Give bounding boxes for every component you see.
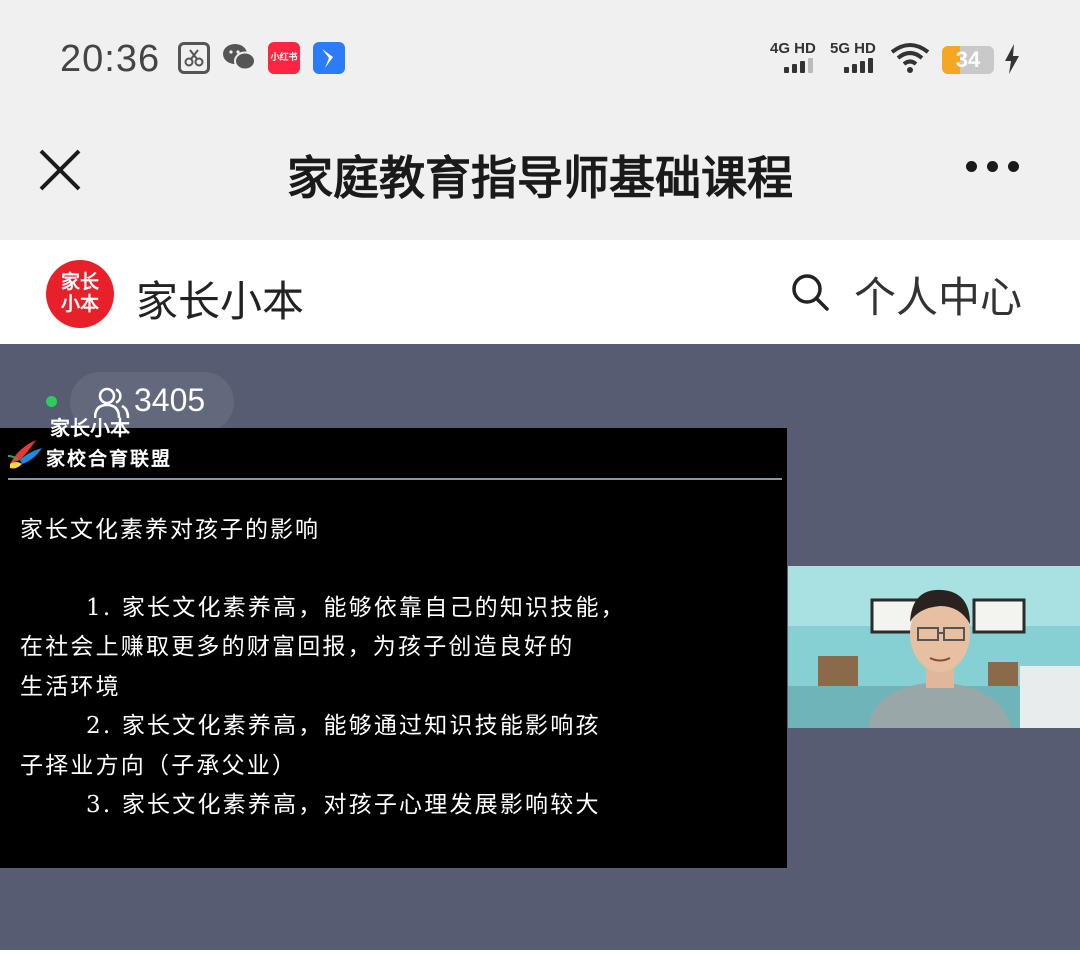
- presentation-slide: 家校合育联盟 家长文化素养对孩子的影响 1. 家长文化素养高，能够依靠自己的知识…: [0, 428, 787, 868]
- search-icon[interactable]: [790, 272, 830, 316]
- slide-heading: 家长文化素养对孩子的影响: [20, 517, 320, 543]
- wechat-icon: [222, 42, 256, 74]
- slide-line: 生活环境: [20, 674, 121, 700]
- battery-icon: 34: [942, 46, 994, 74]
- status-bar: 20:36 小红书 4G HD 5G HD 34: [0, 0, 1080, 120]
- charging-bolt-icon: [1004, 44, 1020, 78]
- bottom-strip: [0, 950, 1080, 954]
- brand-logo[interactable]: 家长小本: [46, 260, 114, 328]
- slide-line: 在社会上赚取更多的财富回报，为孩子创造良好的: [20, 634, 575, 660]
- slide-line: 2. 家长文化素养高，能够通过知识技能影响孩: [86, 713, 601, 739]
- slide-brand: 家校合育联盟: [46, 448, 173, 470]
- presenter-image: [788, 566, 1080, 728]
- nav-header: 家长小本 家长小本 个人中心: [0, 240, 1080, 344]
- xiaohongshu-icon: 小红书: [268, 42, 300, 74]
- viewer-count: 3405: [134, 382, 206, 418]
- presenter-video-feed[interactable]: [788, 566, 1080, 728]
- slide-divider: [8, 478, 782, 480]
- signal-bars-2-icon: [844, 58, 873, 73]
- feishu-icon: [313, 42, 345, 74]
- page-title: 家庭教育指导师基础课程: [287, 151, 793, 205]
- brand-name[interactable]: 家长小本: [136, 268, 304, 329]
- more-options-button[interactable]: [966, 156, 1026, 176]
- network-5g-label: 5G HD: [830, 40, 876, 57]
- signal-bars-1-icon: [784, 58, 813, 73]
- battery-level: 34: [955, 47, 981, 72]
- status-time: 20:36: [60, 38, 161, 80]
- slide-line: 1. 家长文化素养高，能够依靠自己的知识技能，: [86, 595, 626, 621]
- screenshot-scissor-icon: [178, 42, 210, 74]
- wifi-icon: [890, 42, 930, 78]
- stream-watermark: 家长小本: [50, 416, 130, 440]
- slide-line: 3. 家长文化素养高，对孩子心理发展影响较大: [86, 792, 601, 818]
- more-dot-icon: [987, 160, 998, 172]
- live-stream-area[interactable]: 3405 家校合育联盟 家长文化素养对孩子的影响 1. 家长文化素养高，能够依靠…: [0, 344, 1080, 950]
- more-dot-icon: [966, 160, 977, 172]
- slide-line: 子择业方向（子承父业）: [20, 753, 298, 779]
- logo-text: 家长小本: [60, 271, 99, 315]
- network-4g-label: 4G HD: [770, 40, 816, 57]
- more-dot-icon: [1008, 160, 1019, 172]
- title-bar: 家庭教育指导师基础课程: [0, 120, 1080, 240]
- bird-logo-icon: [6, 434, 46, 478]
- live-indicator-dot: [46, 396, 57, 407]
- personal-center-link[interactable]: 个人中心: [854, 264, 1022, 325]
